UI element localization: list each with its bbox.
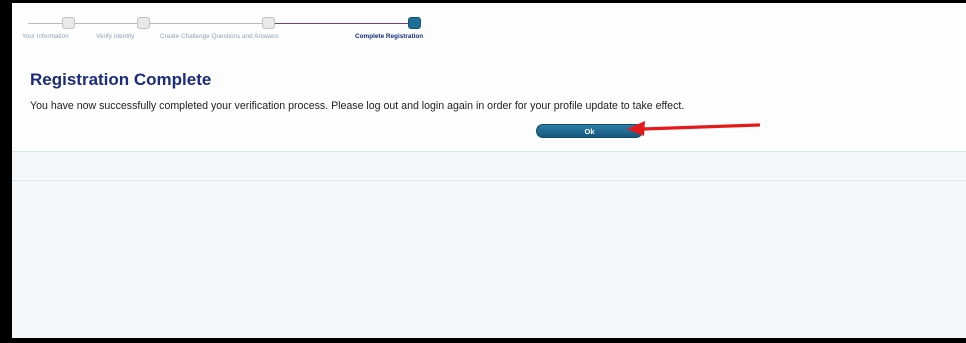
step-label-complete-registration: Complete Registration [355,33,424,40]
footer-band [12,152,966,179]
step-label-challenge-questions: Create Challenge Questions and Answers [160,33,279,40]
empty-content-area [12,181,966,338]
step-label-verify-identity: Verify Identity [96,33,135,40]
step-node-complete-registration [408,17,421,29]
progress-line-1 [28,23,144,24]
progress-line-3 [262,23,414,24]
step-node-your-information [62,17,75,29]
step-label-your-information: Your Information [22,33,69,40]
confirmation-message: You have now successfully completed your… [30,100,685,112]
page-title: Registration Complete [30,70,212,89]
annotation-arrow-icon [627,121,760,136]
registration-progress: Your Information Verify Identity Create … [22,6,492,46]
step-node-challenge-questions [262,17,275,29]
progress-line-2 [144,23,262,24]
step-node-verify-identity [137,17,150,29]
